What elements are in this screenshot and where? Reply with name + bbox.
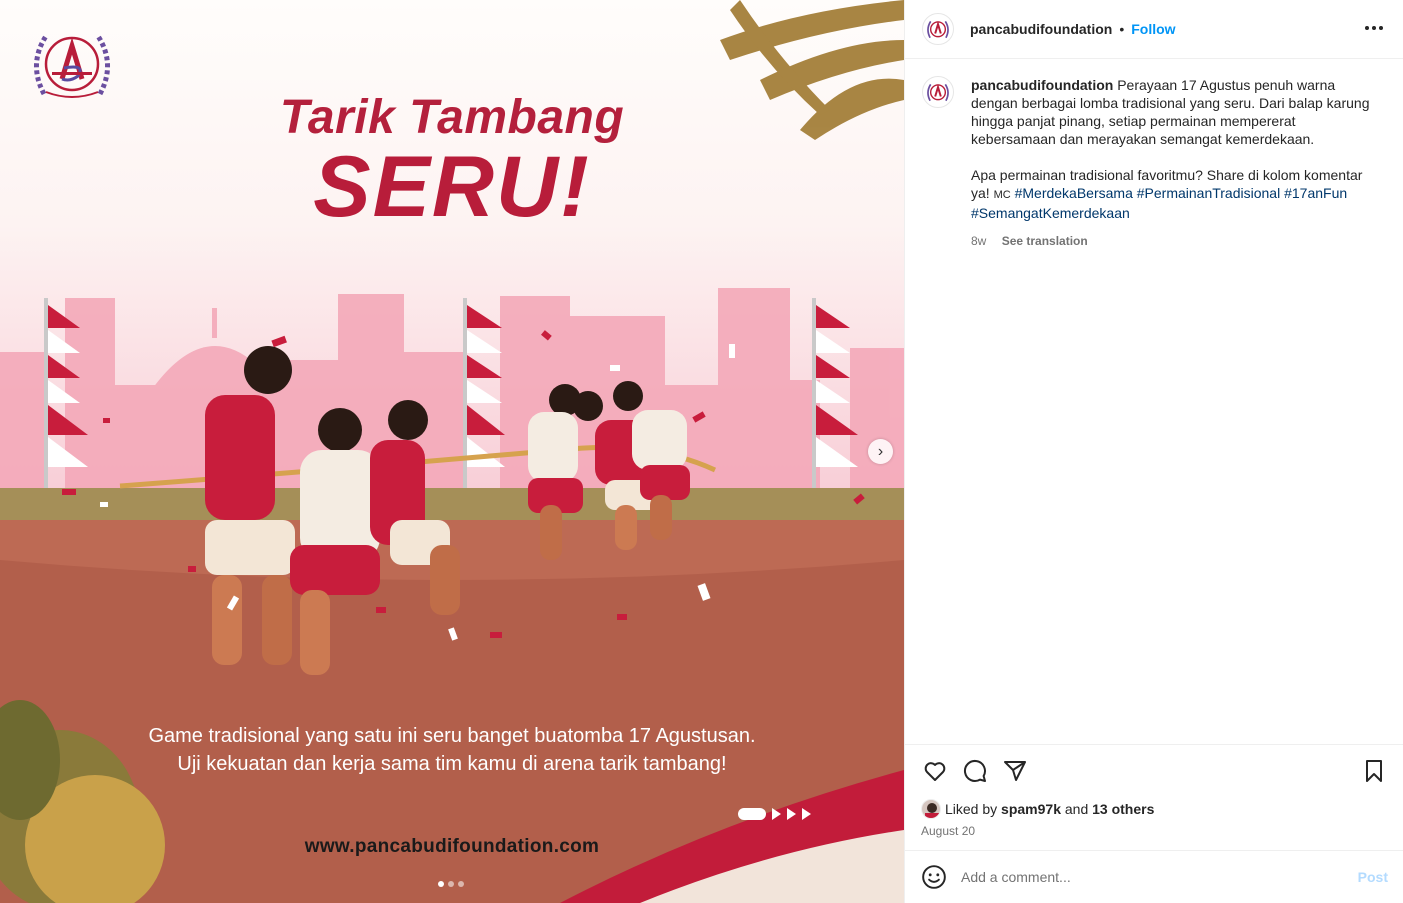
- carousel-dot: [448, 881, 454, 887]
- avatar[interactable]: [922, 13, 954, 45]
- carousel-dots: [438, 881, 464, 887]
- carousel-next-button[interactable]: ›: [868, 439, 893, 464]
- liked-by-prefix: Liked by: [945, 801, 998, 817]
- liked-by-and: and: [1064, 801, 1089, 817]
- post-title-line2: SERU!: [313, 139, 591, 235]
- caption-username[interactable]: pancabudifoundation: [971, 77, 1113, 93]
- caption-text: pancabudifoundation Perayaan 17 Agustus …: [971, 76, 1373, 250]
- post-image-caption-line2: Uji kekuatan dan kerja sama tim kamu di …: [177, 753, 727, 775]
- like-button[interactable]: [921, 757, 949, 785]
- post-age[interactable]: 8w: [971, 234, 986, 248]
- carousel-dot: [438, 881, 444, 887]
- slide-arrow-indicator: [738, 808, 811, 820]
- post-actions: Liked by spam97k and 13 others August 20: [905, 744, 1403, 838]
- avatar[interactable]: [922, 76, 954, 108]
- hashtag-link[interactable]: #SemangatKemerdekaan: [971, 205, 1130, 221]
- more-horizontal-icon: [1365, 26, 1369, 30]
- comment-button[interactable]: [961, 757, 989, 785]
- hashtag-link[interactable]: #17anFun: [1284, 185, 1347, 201]
- more-options-button[interactable]: [1362, 18, 1386, 38]
- comment-icon: [963, 759, 986, 782]
- post-image[interactable]: Tarik Tambang SERU! Game tradisional yan…: [0, 0, 904, 903]
- liked-by-user[interactable]: spam97k: [1001, 801, 1061, 817]
- bookmark-icon: [1366, 760, 1382, 782]
- comment-input[interactable]: [961, 869, 1341, 885]
- action-icons-row: [921, 745, 1388, 797]
- send-icon: [1004, 761, 1026, 781]
- post-comment-button[interactable]: Post: [1358, 869, 1388, 885]
- emoji-icon[interactable]: [921, 864, 947, 890]
- caption-comment: pancabudifoundation Perayaan 17 Agustus …: [922, 76, 1387, 250]
- see-translation-link[interactable]: See translation: [1002, 234, 1088, 248]
- liked-by-others[interactable]: 13 others: [1092, 801, 1154, 817]
- comments-section[interactable]: pancabudifoundation Perayaan 17 Agustus …: [905, 60, 1403, 744]
- chevron-right-icon: ›: [877, 442, 884, 460]
- post-image-caption: Game tradisional yang satu ini seru bang…: [0, 722, 904, 778]
- indicator-arrow-icon: [772, 808, 781, 820]
- indicator-pill: [738, 808, 766, 820]
- separator-dot: •: [1119, 21, 1125, 37]
- more-dot: [1372, 26, 1376, 30]
- mc-mark: MC: [993, 189, 1011, 201]
- carousel-dot: [458, 881, 464, 887]
- add-comment-bar: Post: [905, 850, 1403, 903]
- post-date[interactable]: August 20: [921, 824, 1388, 838]
- save-button[interactable]: [1360, 757, 1388, 785]
- header-username[interactable]: pancabudifoundation: [970, 21, 1112, 37]
- liker-avatar[interactable]: [921, 799, 941, 819]
- likes-summary: Liked by spam97k and 13 others: [921, 799, 1388, 819]
- hashtag-link[interactable]: #PermainanTradisional: [1137, 185, 1280, 201]
- website-url: www.pancabudifoundation.com: [304, 836, 600, 857]
- post-title-line1: Tarik Tambang: [279, 91, 625, 144]
- indicator-arrow-icon: [802, 808, 811, 820]
- share-button[interactable]: [1001, 757, 1029, 785]
- caption-meta: 8w See translation: [971, 232, 1373, 250]
- post-side-panel: pancabudifoundation • Follow pancabudifo…: [904, 0, 1403, 903]
- hashtag-link[interactable]: #MerdekaBersama: [1015, 185, 1133, 201]
- more-dot: [1379, 26, 1383, 30]
- follow-button[interactable]: Follow: [1131, 21, 1175, 37]
- post-image-caption-line1: Game tradisional yang satu ini seru bang…: [148, 725, 756, 747]
- indicator-arrow-icon: [787, 808, 796, 820]
- post-header: pancabudifoundation • Follow: [905, 0, 1403, 59]
- heart-icon: [924, 762, 946, 781]
